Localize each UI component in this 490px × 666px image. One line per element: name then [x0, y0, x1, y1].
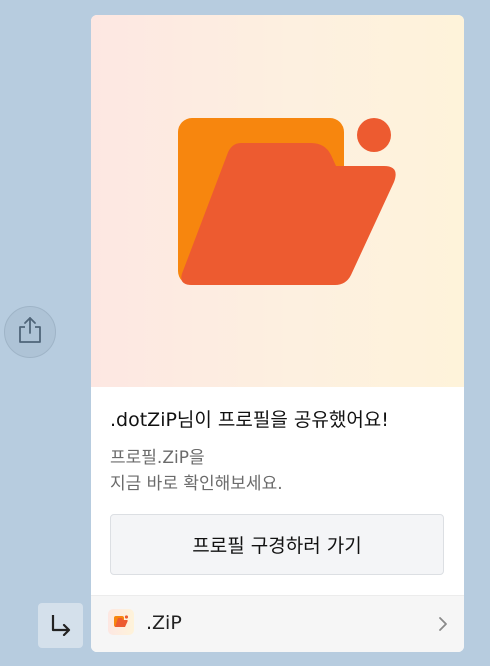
chevron-right-icon: [438, 616, 448, 636]
card-hero-image: [91, 15, 464, 387]
app-name-label: .ZiP: [146, 612, 182, 634]
card-description: 프로필.ZiP을 지금 바로 확인해보세요.: [110, 448, 283, 494]
share-card[interactable]: .dotZiP님이 프로필을 공유했어요! 프로필.ZiP을 지금 바로 확인해…: [91, 15, 464, 652]
share-icon: [17, 316, 43, 348]
reply-button[interactable]: [38, 603, 83, 648]
view-profile-button[interactable]: 프로필 구경하러 가기: [110, 514, 444, 575]
card-title: .dotZiP님이 프로필을 공유했어요!: [110, 409, 389, 431]
card-footer-app-link[interactable]: .ZiP: [91, 595, 464, 652]
return-arrow-icon: [48, 612, 74, 640]
share-button[interactable]: [4, 306, 56, 358]
folder-icon: [178, 118, 396, 285]
app-folder-icon: [108, 609, 134, 635]
